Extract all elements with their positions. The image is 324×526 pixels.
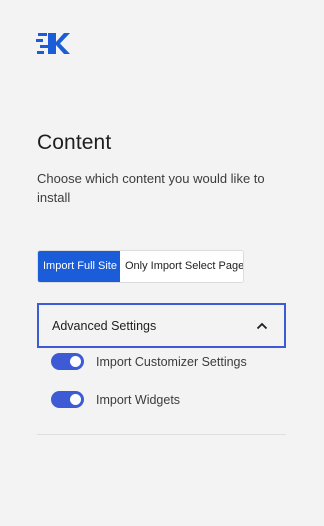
- import-content-panel: Content Choose which content you would l…: [0, 0, 324, 526]
- import-customizer-settings-label: Import Customizer Settings: [96, 354, 247, 369]
- import-customizer-settings-option[interactable]: Import Customizer Settings: [51, 353, 247, 370]
- section-divider: [37, 434, 286, 435]
- import-select-page-button[interactable]: Only Import Select Page: [120, 251, 243, 282]
- page-description: Choose which content you would like to i…: [37, 171, 265, 205]
- import-widgets-option[interactable]: Import Widgets: [51, 391, 180, 408]
- page-title: Content: [37, 131, 112, 154]
- import-widgets-switch[interactable]: [51, 391, 84, 408]
- import-widgets-label: Import Widgets: [96, 392, 181, 407]
- advanced-settings-label: Advanced Settings: [52, 318, 157, 333]
- import-mode-toggle: Import Full Site Only Import Select Page: [37, 250, 244, 283]
- chevron-up-icon: [256, 321, 268, 331]
- import-customizer-settings-switch[interactable]: [51, 353, 84, 370]
- switch-knob: [70, 356, 81, 367]
- kadence-logo-icon: [36, 30, 70, 58]
- switch-knob: [70, 394, 81, 405]
- import-full-site-button[interactable]: Import Full Site: [38, 251, 120, 282]
- advanced-settings-toggle[interactable]: Advanced Settings: [37, 303, 286, 348]
